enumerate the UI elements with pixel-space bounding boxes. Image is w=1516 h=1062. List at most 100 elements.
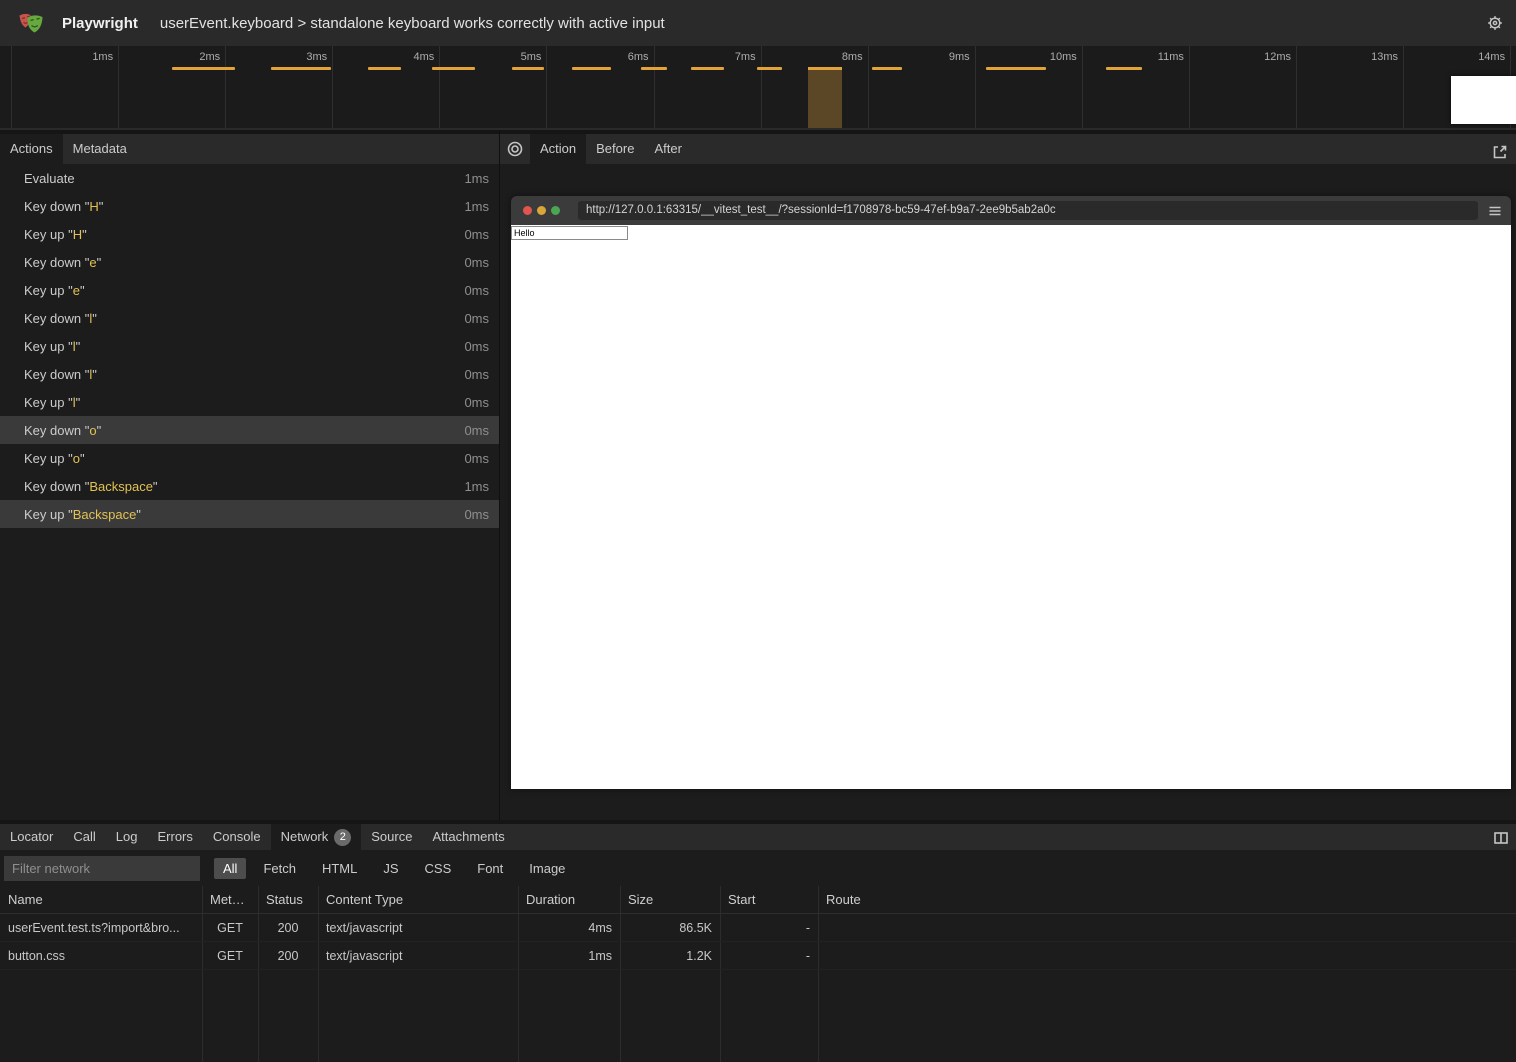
tab-label: Log <box>116 824 138 850</box>
action-label: Key down "l" <box>24 367 464 382</box>
timeline-gridline <box>1296 46 1297 128</box>
action-row[interactable]: Key down "o"0ms <box>0 416 499 444</box>
network-request-row[interactable]: button.cssGET200text/javascript1ms1.2K- <box>0 942 1516 970</box>
filter-chip-css[interactable]: CSS <box>416 858 461 879</box>
timeline-gridline <box>1403 46 1404 128</box>
tab-label: Locator <box>10 824 53 850</box>
open-snapshot-external-icon[interactable] <box>1490 142 1510 162</box>
tab-network[interactable]: Network2 <box>271 824 362 850</box>
timeline-action-bar <box>172 67 235 70</box>
timeline-gridline <box>118 46 119 128</box>
timeline-tick-label: 1ms <box>29 51 113 63</box>
action-row[interactable]: Key up "o"0ms <box>0 444 499 472</box>
action-row[interactable]: Key down "H"1ms <box>0 192 499 220</box>
action-row[interactable]: Key down "l"0ms <box>0 304 499 332</box>
action-row[interactable]: Key down "l"0ms <box>0 360 499 388</box>
action-row[interactable]: Key down "e"0ms <box>0 248 499 276</box>
column-header-status: Status <box>258 892 318 907</box>
tab-locator[interactable]: Locator <box>0 824 63 850</box>
action-duration: 0ms <box>464 227 489 242</box>
column-header-start: Start <box>720 892 818 907</box>
filter-chip-image[interactable]: Image <box>520 858 574 879</box>
timeline-gridline <box>868 46 869 128</box>
action-duration: 1ms <box>464 479 489 494</box>
snapshot-page <box>511 225 1511 789</box>
column-header-size: Size <box>620 892 720 907</box>
cell-start: - <box>720 949 818 963</box>
action-label: Key up "H" <box>24 227 464 242</box>
action-row[interactable]: Evaluate1ms <box>0 164 499 192</box>
action-row[interactable]: Key up "l"0ms <box>0 332 499 360</box>
action-duration: 0ms <box>464 451 489 466</box>
timeline-action-bar <box>572 67 611 70</box>
action-duration: 0ms <box>464 339 489 354</box>
filter-chip-fetch[interactable]: Fetch <box>254 858 305 879</box>
timeline-action-bar <box>368 67 401 70</box>
action-row[interactable]: Key up "Backspace"0ms <box>0 500 499 528</box>
action-label: Key down "Backspace" <box>24 479 464 494</box>
timeline-action-bar <box>872 67 902 70</box>
action-label: Key down "e" <box>24 255 464 270</box>
cell-status: 200 <box>258 949 318 963</box>
bullseye-icon <box>506 140 524 158</box>
tab-label: Actions <box>10 134 53 164</box>
app-name: Playwright <box>62 15 138 32</box>
timeline-action-bar <box>641 67 667 70</box>
tab-label: Console <box>213 824 261 850</box>
split-view-icon[interactable] <box>1492 829 1510 847</box>
tab-attachments[interactable]: Attachments <box>422 824 514 850</box>
tab-log[interactable]: Log <box>106 824 148 850</box>
timeline-tick-label: 8ms <box>779 51 863 63</box>
timeline-tick-label: 5ms <box>457 51 541 63</box>
tab-source[interactable]: Source <box>361 824 422 850</box>
cell-size: 1.2K <box>620 949 720 963</box>
filter-chip-font[interactable]: Font <box>468 858 512 879</box>
tab-actions[interactable]: Actions <box>0 134 63 164</box>
cell-status: 200 <box>258 921 318 935</box>
timeline-tick-label: 10ms <box>993 51 1077 63</box>
bottom-tabbar: Locator Call Log Errors Console Network2Sourc… <box>0 820 1516 850</box>
timeline-tick-label: 7ms <box>672 51 756 63</box>
action-label: Key up "Backspace" <box>24 507 464 522</box>
cell-start: - <box>720 921 818 935</box>
action-duration: 0ms <box>464 423 489 438</box>
traffic-light-green-icon <box>551 206 560 215</box>
timeline-action-bar <box>512 67 544 70</box>
timeline-scrubber[interactable]: 1ms2ms3ms4ms5ms6ms7ms8ms9ms10ms11ms12ms1… <box>0 46 1516 130</box>
tab-metadata[interactable]: Metadata <box>63 134 137 164</box>
tab-label: Call <box>73 824 95 850</box>
filter-chip-all[interactable]: All <box>214 858 246 879</box>
tab-after[interactable]: After <box>644 134 691 164</box>
timeline-gridline <box>975 46 976 128</box>
action-duration: 0ms <box>464 255 489 270</box>
settings-gear-icon[interactable] <box>1484 12 1506 34</box>
action-label: Key up "l" <box>24 395 464 410</box>
trace-title: userEvent.keyboard > standalone keyboard… <box>160 15 665 32</box>
timeline-gridline <box>225 46 226 128</box>
timeline-tick-label: 6ms <box>565 51 649 63</box>
tab-call[interactable]: Call <box>63 824 105 850</box>
timeline-action-bar <box>432 67 475 70</box>
action-row[interactable]: Key down "Backspace"1ms <box>0 472 499 500</box>
network-request-row[interactable]: userEvent.test.ts?import&bro...GET200tex… <box>0 914 1516 942</box>
top-bar: Playwright userEvent.keyboard > standalo… <box>0 0 1516 46</box>
action-duration: 0ms <box>464 395 489 410</box>
action-label: Key up "l" <box>24 339 464 354</box>
tab-before[interactable]: Before <box>586 134 644 164</box>
snapshot-browser-chrome: http://127.0.0.1:63315/__vitest_test__/?… <box>511 196 1511 225</box>
table-header-row: NameMethodStatusContent TypeDurationSize… <box>0 886 1516 914</box>
timeline-action-bar <box>271 67 331 70</box>
tab-errors[interactable]: Errors <box>147 824 202 850</box>
tab-action[interactable]: Action <box>530 134 586 164</box>
pick-locator-button[interactable] <box>500 134 530 164</box>
timeline-gridline <box>761 46 762 128</box>
tab-console[interactable]: Console <box>203 824 271 850</box>
filter-chip-js[interactable]: JS <box>374 858 407 879</box>
network-filter-input[interactable] <box>4 856 200 881</box>
action-row[interactable]: Key up "e"0ms <box>0 276 499 304</box>
network-filter-row: All Fetch HTML JS CSS Font Image <box>0 850 1516 886</box>
filter-chip-html[interactable]: HTML <box>313 858 366 879</box>
action-row[interactable]: Key up "H"0ms <box>0 220 499 248</box>
action-row[interactable]: Key up "l"0ms <box>0 388 499 416</box>
tab-label: Action <box>540 134 576 164</box>
